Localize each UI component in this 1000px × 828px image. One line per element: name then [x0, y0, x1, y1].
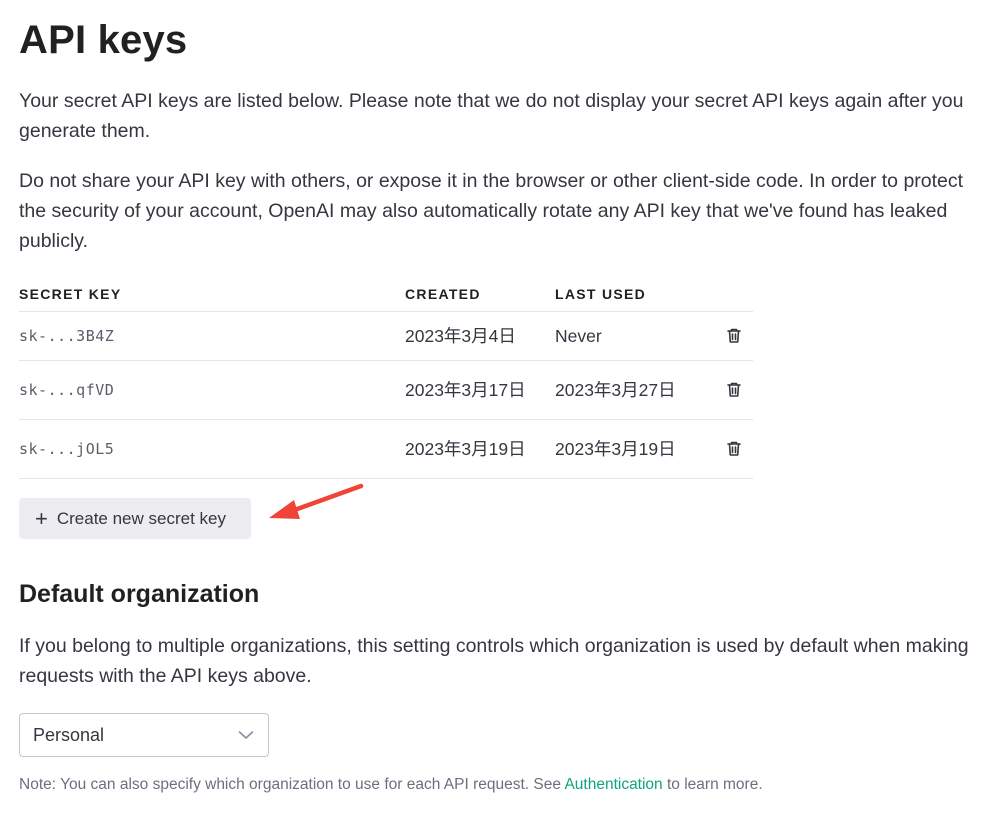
page-title: API keys — [19, 18, 188, 62]
table-header-row: SECRET KEY CREATED LAST USED — [19, 277, 753, 312]
authentication-link[interactable]: Authentication — [564, 776, 662, 793]
create-new-secret-key-button[interactable]: + Create new secret key — [19, 498, 251, 539]
trash-icon[interactable] — [723, 378, 745, 400]
column-header-last-used: LAST USED — [555, 277, 723, 312]
created-date: 2023年3月17日 — [405, 379, 526, 400]
created-date: 2023年3月4日 — [405, 325, 516, 346]
trash-icon[interactable] — [723, 324, 745, 346]
intro-paragraph-1: Your secret API keys are listed below. P… — [19, 90, 964, 142]
api-keys-table: SECRET KEY CREATED LAST USED sk-...3B4Z … — [19, 277, 753, 479]
organization-select[interactable]: Personal — [19, 713, 269, 757]
trash-icon[interactable] — [723, 437, 745, 459]
plus-icon: + — [35, 505, 48, 531]
secret-key-value: sk-...qfVD — [19, 381, 115, 399]
table-row: sk-...jOL5 2023年3月19日 2023年3月19日 — [19, 419, 753, 479]
last-used-date: 2023年3月27日 — [555, 379, 676, 400]
chevron-down-icon — [238, 731, 254, 739]
column-header-actions — [723, 277, 753, 312]
last-used-date: 2023年3月19日 — [555, 438, 676, 459]
created-date: 2023年3月19日 — [405, 438, 526, 459]
table-row: sk-...3B4Z 2023年3月4日 Never — [19, 311, 753, 361]
table-row: sk-...qfVD 2023年3月17日 2023年3月27日 — [19, 360, 753, 420]
last-used-date: Never — [555, 325, 602, 346]
organization-select-value: Personal — [33, 724, 105, 745]
secret-key-value: sk-...3B4Z — [19, 327, 115, 345]
column-header-created: CREATED — [405, 277, 555, 312]
annotation-arrow-icon — [269, 483, 364, 519]
column-header-secret-key: SECRET KEY — [19, 277, 405, 312]
note-suffix: to learn more. — [662, 776, 763, 793]
organization-note: Note: You can also specify which organiz… — [19, 775, 763, 795]
default-organization-title: Default organization — [19, 580, 260, 608]
secret-key-value: sk-...jOL5 — [19, 440, 115, 458]
note-prefix: Note: You can also specify which organiz… — [19, 776, 565, 793]
create-button-label: Create new secret key — [56, 508, 226, 528]
intro-paragraph-2: Do not share your API key with others, o… — [19, 170, 964, 252]
default-organization-description: If you belong to multiple organizations,… — [19, 635, 969, 687]
